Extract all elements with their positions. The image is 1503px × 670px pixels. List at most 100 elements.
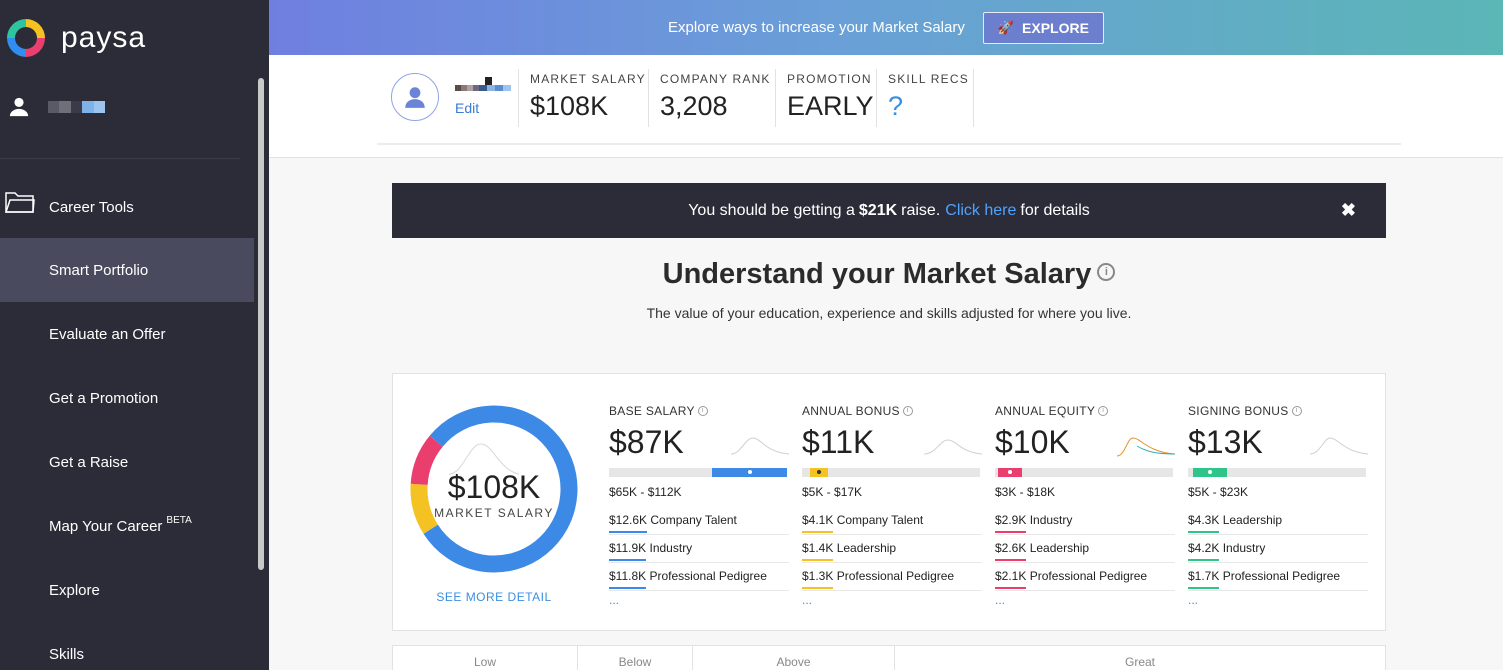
factor-row[interactable]: $2.1K Professional Pedigree <box>995 563 1175 591</box>
component-label: BASE SALARY i <box>609 404 789 418</box>
sidebar-item-get-promotion[interactable]: Get a Promotion <box>0 366 254 430</box>
factor-row[interactable]: $1.4K Leadership <box>802 535 982 563</box>
alert-text-pre: You should be getting a <box>688 201 855 219</box>
component-annual-bonus: ANNUAL BONUS i $11K $5K - $17K $4.1K Comp… <box>802 404 982 607</box>
info-icon[interactable]: i <box>1098 405 1109 416</box>
component-range: $5K - $17K <box>802 485 863 499</box>
more-link[interactable]: ... <box>1188 593 1368 607</box>
alert-text-tail: for details <box>1020 201 1090 219</box>
person-icon <box>405 87 425 108</box>
sidebar-section-career-tools[interactable]: Career Tools <box>0 175 254 239</box>
range-bar <box>609 468 787 477</box>
stat-label: MARKET SALARY <box>530 72 646 86</box>
scrollbar-thumb[interactable] <box>258 78 264 570</box>
raise-alert: You should be getting a $21K raise. Clic… <box>392 183 1386 238</box>
component-label: SIGNING BONUS i <box>1188 404 1368 418</box>
profile-name-redacted <box>455 77 511 91</box>
stat-market-salary[interactable]: MARKET SALARY $108K <box>518 69 648 127</box>
explore-button[interactable]: 🚀 EXPLORE <box>982 11 1104 44</box>
section-title: Understand your Market Salary i <box>392 258 1386 291</box>
see-more-detail-link[interactable]: SEE MORE DETAIL <box>409 590 579 604</box>
component-label: ANNUAL BONUS i <box>802 404 982 418</box>
sidebar-item-explore[interactable]: Explore <box>0 558 254 622</box>
sidebar-item-get-raise[interactable]: Get a Raise <box>0 430 254 494</box>
more-link[interactable]: ... <box>609 593 789 607</box>
component-base-salary: BASE SALARY i $87K $65K - $112K $12.6K Co… <box>609 404 789 607</box>
component-annual-equity: ANNUAL EQUITY i $10K $3K - $18K $2.9K Ind… <box>995 404 1175 607</box>
avatar[interactable] <box>391 73 439 121</box>
alert-amount: $21K <box>858 201 898 219</box>
stat-label: SKILL RECS <box>888 72 969 86</box>
stat-value: EARLY <box>787 91 874 121</box>
factor-row[interactable]: $11.8K Professional Pedigree <box>609 563 789 591</box>
info-icon[interactable]: i <box>902 405 913 416</box>
factor-row[interactable]: $1.7K Professional Pedigree <box>1188 563 1368 591</box>
stat-value: ? <box>888 91 904 121</box>
range-marker <box>1008 470 1012 474</box>
component-range: $3K - $18K <box>995 485 1056 499</box>
scale-great: Great <box>894 646 1385 670</box>
factor-row[interactable]: $4.1K Company Talent <box>802 507 982 535</box>
banner-text: Explore ways to increase your Market Sal… <box>668 19 965 36</box>
range-bar <box>995 468 1173 477</box>
scale-low: Low <box>473 655 496 669</box>
stat-label: PROMOTION <box>787 72 872 86</box>
sidebar-scrollbar[interactable] <box>254 78 269 670</box>
info-icon[interactable]: i <box>697 405 708 416</box>
sidebar: paysa Career Tools Smart Portfolio Evalu… <box>0 0 269 670</box>
sidebar-item-map-career[interactable]: Map Your Career BETA <box>0 494 254 558</box>
stat-value: $108K <box>530 91 609 121</box>
factor-row[interactable]: $2.6K Leadership <box>995 535 1175 563</box>
brand-name: paysa <box>61 21 147 54</box>
stat-promotion[interactable]: PROMOTION EARLY <box>775 69 876 127</box>
sidebar-item-evaluate-offer[interactable]: Evaluate an Offer <box>0 302 254 366</box>
close-icon[interactable]: ✖ <box>1341 200 1356 221</box>
explore-button-label: EXPLORE <box>1022 19 1089 36</box>
range-marker <box>1208 470 1212 474</box>
section-title-text: Understand your Market Salary <box>662 258 1092 290</box>
component-range: $5K - $23K <box>1188 485 1249 499</box>
stat-company-rank[interactable]: COMPANY RANK 3,208 <box>648 69 775 127</box>
user-icon <box>9 97 29 117</box>
market-salary-card: $108K MARKET SALARY SEE MORE DETAIL BASE… <box>392 373 1386 631</box>
logo[interactable]: paysa <box>7 19 146 57</box>
factor-row[interactable]: $2.9K Industry <box>995 507 1175 535</box>
more-link[interactable]: ... <box>995 593 1175 607</box>
info-icon[interactable]: i <box>1097 263 1116 282</box>
sparkline <box>1310 437 1368 455</box>
paysa-logo-icon <box>7 19 45 57</box>
rating-scale: Low Below Above Great <box>392 645 1386 670</box>
sidebar-divider <box>0 158 240 159</box>
factor-row[interactable]: $4.3K Leadership <box>1188 507 1368 535</box>
sparkline <box>924 439 982 455</box>
factor-row[interactable]: $1.3K Professional Pedigree <box>802 563 982 591</box>
sidebar-item-smart-portfolio[interactable]: Smart Portfolio <box>0 238 254 302</box>
user-name-redacted <box>48 101 106 113</box>
beta-badge: BETA <box>166 514 192 526</box>
more-link[interactable]: ... <box>802 593 982 607</box>
stat-skill-recs[interactable]: SKILL RECS ? <box>876 69 974 127</box>
sidebar-item-label: Map Your Career <box>49 517 163 535</box>
donut-label: MARKET SALARY <box>434 506 554 520</box>
range-bar <box>802 468 980 477</box>
section-subtitle: The value of your education, experience … <box>646 305 1132 321</box>
range-marker <box>817 470 821 474</box>
factor-row[interactable]: $12.6K Company Talent <box>609 507 789 535</box>
info-icon[interactable]: i <box>1291 405 1302 416</box>
edit-profile-link[interactable]: Edit <box>455 100 479 116</box>
donut-total-value: $108K <box>447 469 541 505</box>
rocket-icon: 🚀 <box>997 19 1015 35</box>
factor-row[interactable]: $11.9K Industry <box>609 535 789 563</box>
component-range: $65K - $112K <box>609 485 682 499</box>
sparkline <box>731 437 789 455</box>
header-divider <box>377 143 1401 145</box>
range-marker <box>748 470 752 474</box>
user-row[interactable] <box>8 96 106 118</box>
alert-text-post: raise. <box>901 201 941 219</box>
sidebar-item-skills[interactable]: Skills <box>0 622 254 670</box>
stat-label: COMPANY RANK <box>660 72 771 86</box>
range-bar <box>1188 468 1366 477</box>
scale-below: Below <box>577 646 692 670</box>
factor-row[interactable]: $4.2K Industry <box>1188 535 1368 563</box>
alert-details-link[interactable]: Click here <box>945 202 1016 220</box>
